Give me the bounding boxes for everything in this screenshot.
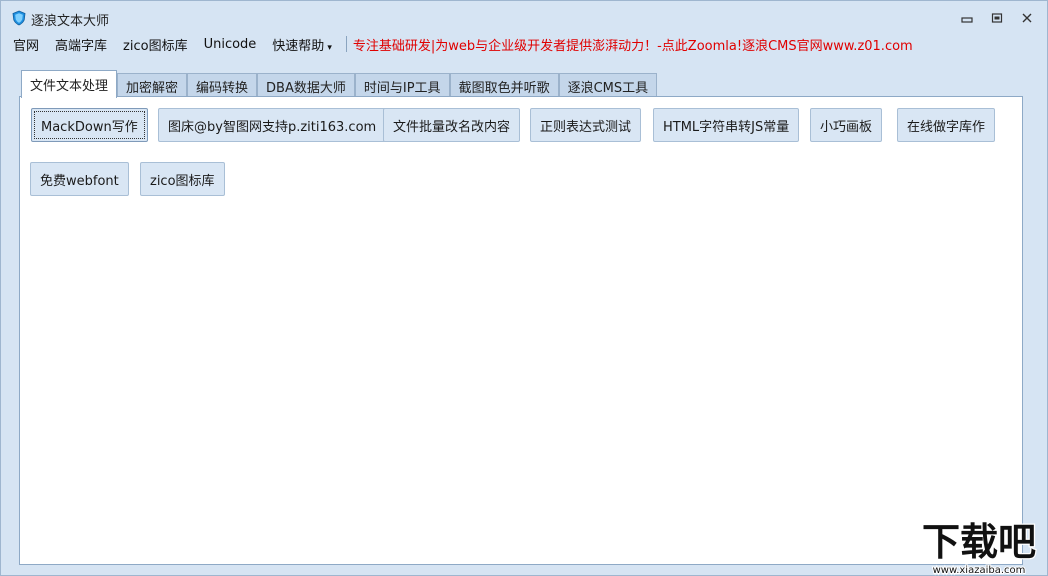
- tab-panel: MackDown写作 图床@by智图网支持p.ziti163.com 文件批量改…: [19, 96, 1023, 565]
- tab-dba[interactable]: DBA数据大师: [257, 73, 355, 98]
- menu-premium-fonts[interactable]: 高端字库: [51, 35, 111, 54]
- menu-bar: 官网 高端字库 zico图标库 Unicode 快速帮助 ▾ 专注基础研发|为we…: [1, 33, 1047, 55]
- menu-quick-help[interactable]: 快速帮助 ▾: [268, 35, 336, 54]
- promo-link[interactable]: 专注基础研发|为web与企业级开发者提供澎湃动力！-点此Zoomla!逐浪CMS…: [353, 35, 913, 54]
- menu-quick-help-label: 快速帮助: [272, 38, 325, 54]
- markdown-button[interactable]: MackDown写作: [31, 108, 148, 142]
- tab-encryption[interactable]: 加密解密: [117, 73, 188, 98]
- tab-cms-tools[interactable]: 逐浪CMS工具: [558, 73, 658, 98]
- tab-strip: 文件文本处理 加密解密 编码转换 DBA数据大师 时间与IP工具 截图取色并听歌…: [21, 70, 658, 98]
- window-title: 逐浪文本大师: [31, 14, 110, 29]
- watermark-logo: 下载吧 www.xiazaiba.com: [921, 519, 1038, 576]
- tab-screenshot-color-music[interactable]: 截图取色并听歌: [449, 73, 559, 98]
- app-window: 逐浪文本大师 官网 高端字库 zico图标库 Unicode 快速帮助 ▾ 专注基…: [0, 0, 1048, 576]
- batch-rename-button[interactable]: 文件批量改名改内容: [383, 108, 521, 142]
- tab-file-text[interactable]: 文件文本处理: [21, 70, 118, 98]
- svg-text:www.xiazaiba.com: www.xiazaiba.com: [933, 565, 1026, 576]
- close-button[interactable]: [1017, 9, 1037, 27]
- menu-official-site[interactable]: 官网: [9, 35, 43, 54]
- title-bar[interactable]: 逐浪文本大师: [1, 1, 1047, 33]
- tab-encoding[interactable]: 编码转换: [187, 73, 258, 98]
- html-to-js-button[interactable]: HTML字符串转JS常量: [653, 108, 800, 142]
- regex-test-button[interactable]: 正则表达式测试: [530, 108, 642, 142]
- shield-icon: [12, 10, 26, 26]
- menu-separator: [345, 36, 347, 52]
- drawing-board-button[interactable]: 小巧画板: [810, 108, 883, 142]
- minimize-icon: [961, 17, 973, 23]
- maximize-button[interactable]: [987, 9, 1007, 27]
- free-webfont-button[interactable]: 免费webfont: [30, 162, 129, 196]
- minimize-button[interactable]: [957, 9, 977, 27]
- close-icon: [1022, 13, 1032, 23]
- zico-icons-button[interactable]: zico图标库: [140, 162, 225, 196]
- tab-time-ip[interactable]: 时间与IP工具: [354, 73, 450, 98]
- menu-unicode[interactable]: Unicode: [200, 37, 261, 52]
- menu-zico-icons[interactable]: zico图标库: [119, 35, 192, 54]
- svg-text:下载吧: 下载吧: [922, 520, 1036, 564]
- image-host-button[interactable]: 图床@by智图网支持p.ziti163.com: [158, 108, 387, 142]
- maximize-icon: [991, 13, 1003, 23]
- online-font-button[interactable]: 在线做字库作: [897, 108, 996, 142]
- chevron-down-icon: ▾: [327, 42, 332, 53]
